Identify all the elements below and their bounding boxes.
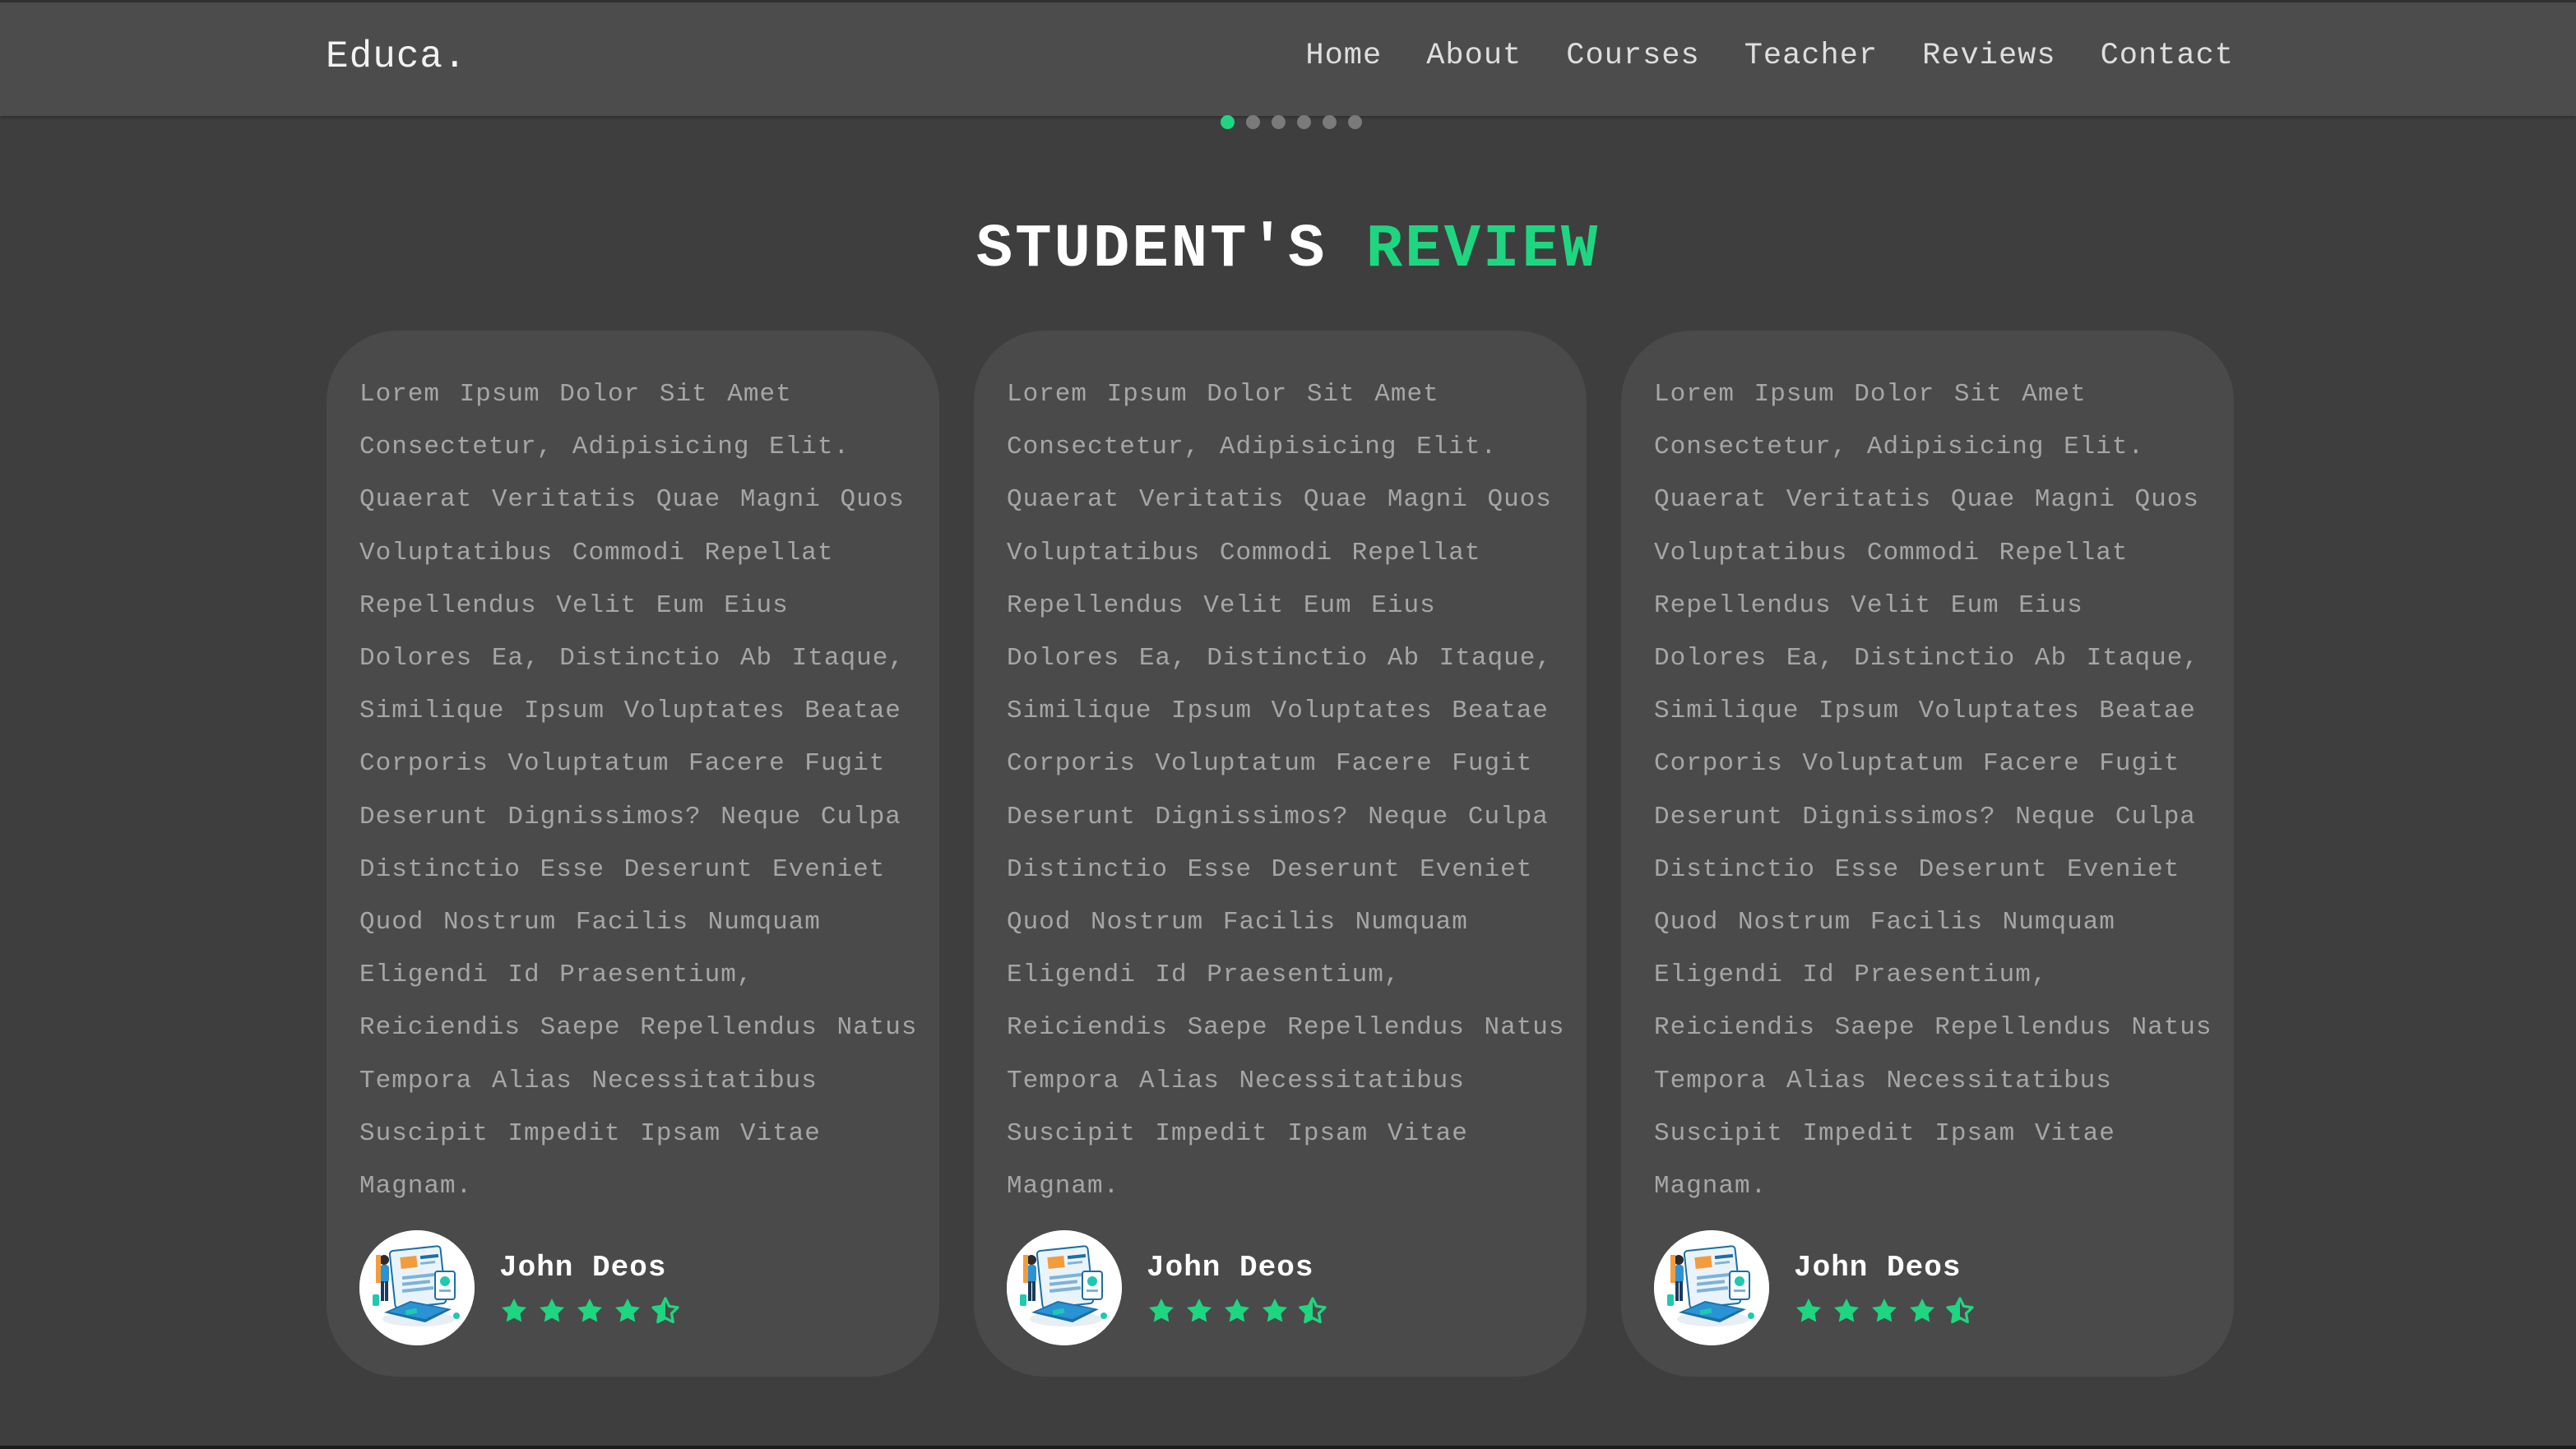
- pagination-dot[interactable]: [1348, 115, 1362, 129]
- nav-link-contact[interactable]: Contact: [2101, 39, 2234, 73]
- student-illustration-icon: [359, 1230, 475, 1345]
- student-illustration-icon: [1654, 1230, 1769, 1345]
- slider-pagination: [0, 115, 2576, 129]
- author-name: John Deos: [499, 1250, 667, 1285]
- nav-link-about[interactable]: About: [1426, 39, 1522, 73]
- pagination-dot[interactable]: [1297, 115, 1311, 129]
- star-half-icon: [1946, 1296, 1974, 1323]
- star-icon: [577, 1298, 602, 1322]
- main-nav: Home About Courses Teacher Reviews Conta…: [1305, 39, 2234, 73]
- star-icon: [540, 1298, 564, 1322]
- review-card: Lorem Ipsum Dolor Sit Amet Consectetur, …: [327, 331, 939, 1377]
- review-author: John Deos: [359, 1230, 680, 1345]
- avatar: [1654, 1230, 1769, 1345]
- star-icon: [1834, 1298, 1859, 1322]
- star-icon: [1187, 1298, 1212, 1322]
- author-meta: John Deos: [1147, 1251, 1327, 1326]
- nav-link-home[interactable]: Home: [1305, 39, 1382, 73]
- review-card: Lorem Ipsum Dolor Sit Amet Consectetur, …: [974, 331, 1587, 1377]
- logo[interactable]: Educa.: [326, 35, 467, 78]
- page-bottom-border: [0, 1446, 2576, 1449]
- section-title-main: STUDENT'S: [975, 215, 1327, 285]
- star-icon: [1263, 1298, 1287, 1322]
- site-header: Educa. Home About Courses Teacher Review…: [0, 0, 2576, 116]
- star-half-icon: [1299, 1296, 1327, 1323]
- rating-stars: [1794, 1296, 1975, 1326]
- star-half-icon: [651, 1296, 679, 1323]
- rating-stars: [499, 1296, 680, 1326]
- nav-link-courses[interactable]: Courses: [1566, 39, 1699, 73]
- pagination-dot[interactable]: [1272, 115, 1286, 129]
- author-meta: John Deos: [1794, 1251, 1975, 1326]
- review-cards: Lorem Ipsum Dolor Sit Amet Consectetur, …: [327, 331, 2234, 1377]
- star-icon: [1149, 1298, 1174, 1322]
- star-icon: [502, 1298, 526, 1322]
- star-icon: [615, 1298, 640, 1322]
- pagination-dot[interactable]: [1246, 115, 1260, 129]
- avatar: [359, 1230, 475, 1345]
- pagination-dot[interactable]: [1323, 115, 1337, 129]
- rating-stars: [1147, 1296, 1327, 1326]
- section-title: STUDENT'S REVIEW: [0, 215, 2576, 285]
- avatar: [1007, 1230, 1122, 1345]
- author-name: John Deos: [1147, 1250, 1314, 1285]
- author-meta: John Deos: [499, 1251, 680, 1326]
- review-author: John Deos: [1007, 1230, 1327, 1345]
- star-icon: [1225, 1298, 1249, 1322]
- pagination-dot[interactable]: [1221, 115, 1235, 129]
- author-name: John Deos: [1794, 1250, 1962, 1285]
- review-text: Lorem Ipsum Dolor Sit Amet Consectetur, …: [1654, 380, 2212, 1201]
- star-icon: [1910, 1298, 1934, 1322]
- student-illustration-icon: [1007, 1230, 1122, 1345]
- review-card: Lorem Ipsum Dolor Sit Amet Consectetur, …: [1621, 331, 2234, 1377]
- review-author: John Deos: [1654, 1230, 1975, 1345]
- review-text: Lorem Ipsum Dolor Sit Amet Consectetur, …: [1007, 380, 1565, 1201]
- star-icon: [1796, 1298, 1821, 1322]
- nav-link-reviews[interactable]: Reviews: [1922, 39, 2055, 73]
- star-icon: [1872, 1298, 1897, 1322]
- section-title-accent: REVIEW: [1365, 215, 1601, 285]
- nav-link-teacher[interactable]: Teacher: [1744, 39, 1878, 73]
- review-text: Lorem Ipsum Dolor Sit Amet Consectetur, …: [359, 380, 918, 1201]
